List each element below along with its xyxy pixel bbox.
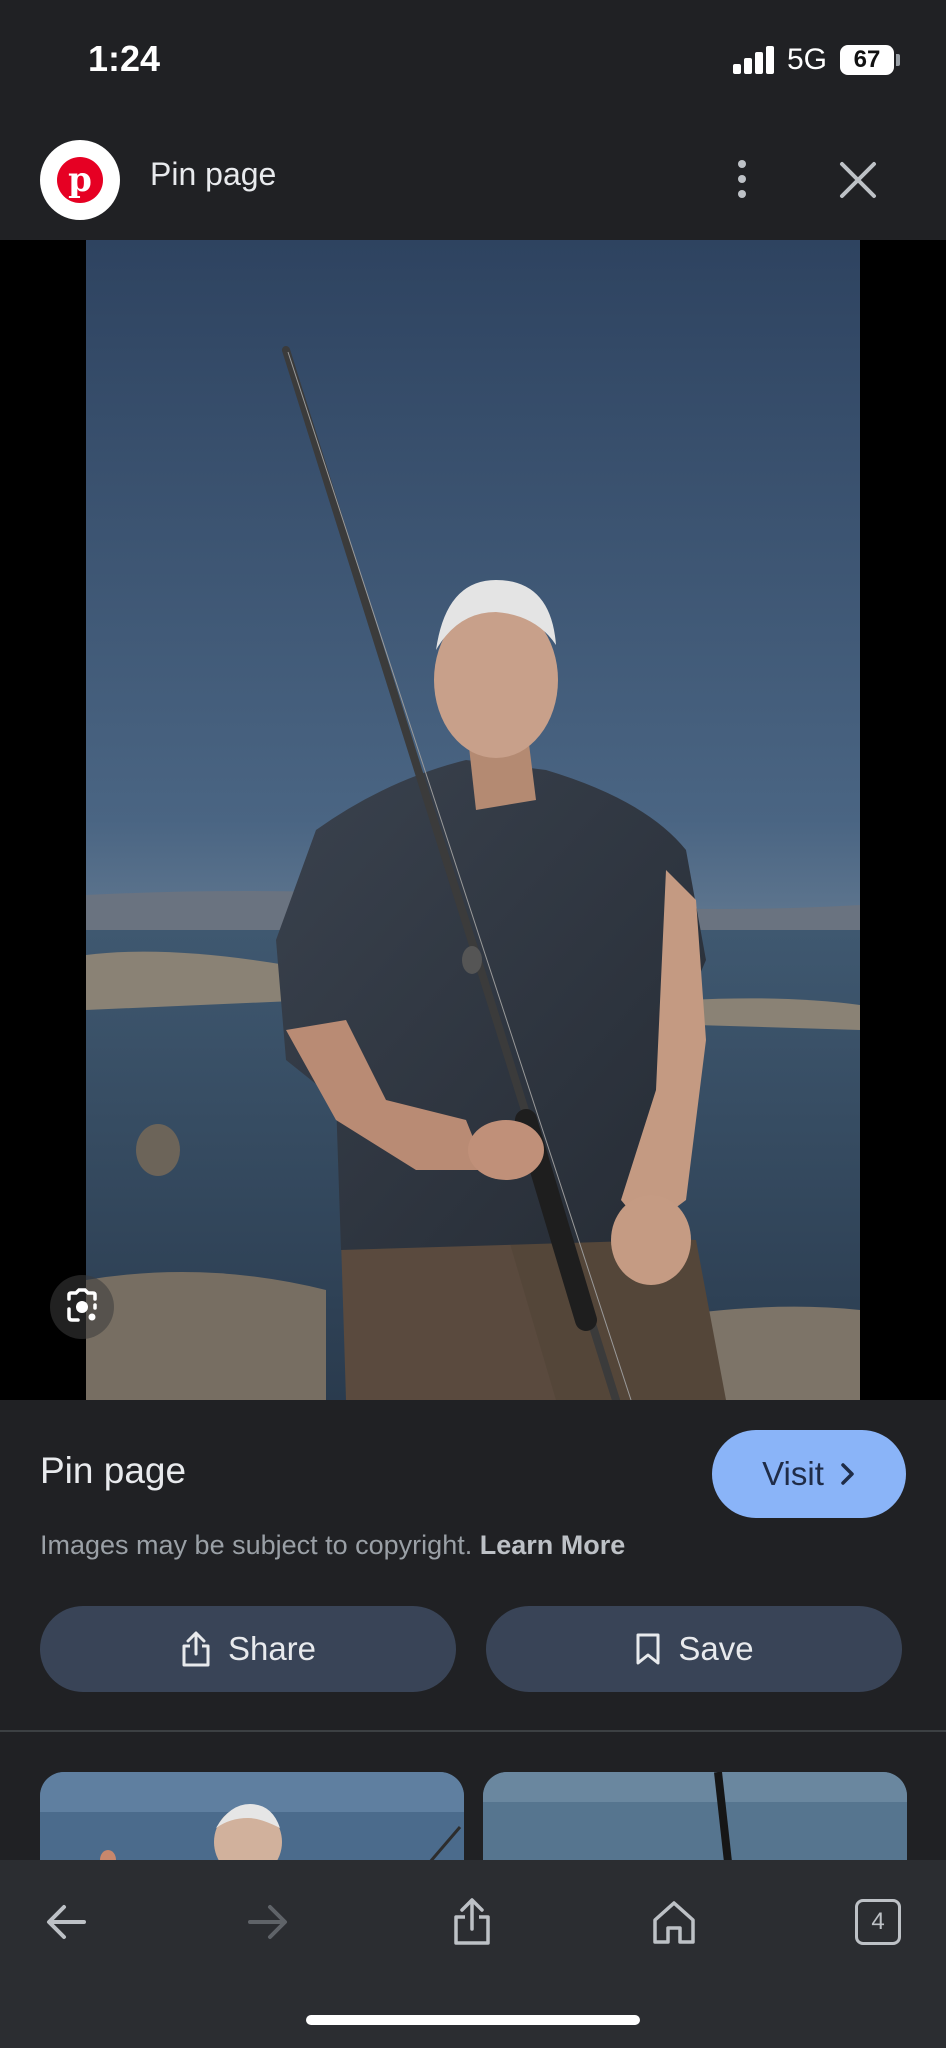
- related-image-1: [40, 1772, 464, 1862]
- google-lens-button[interactable]: [50, 1275, 114, 1339]
- pinterest-logo-icon: p: [57, 157, 103, 203]
- copyright-text: Images may be subject to copyright.: [40, 1530, 473, 1560]
- visit-button[interactable]: Visit: [712, 1430, 906, 1518]
- page-header: p Pin page: [0, 120, 946, 240]
- share-page-button[interactable]: [440, 1890, 504, 1954]
- save-label: Save: [678, 1630, 754, 1667]
- network-type: 5G: [787, 43, 828, 76]
- status-time: 1:24: [88, 38, 161, 79]
- arrow-left-icon: [47, 1905, 86, 1939]
- header-title[interactable]: Pin page: [150, 156, 276, 193]
- site-avatar[interactable]: p: [40, 140, 120, 220]
- visit-label: Visit: [762, 1455, 824, 1492]
- battery-tip: [896, 54, 900, 66]
- more-options-icon[interactable]: [722, 154, 762, 204]
- bookmark-icon: [636, 1633, 660, 1665]
- back-button[interactable]: [34, 1890, 98, 1954]
- tabs-button[interactable]: 4: [846, 1890, 910, 1954]
- share-icon: [182, 1631, 210, 1667]
- section-divider: [0, 1730, 946, 1732]
- related-image-2: [483, 1772, 907, 1862]
- arrow-right-icon: [248, 1905, 287, 1939]
- copyright-notice: Images may be subject to copyright. Lear…: [40, 1530, 625, 1561]
- chevron-right-icon: [841, 1463, 854, 1485]
- share-button[interactable]: Share: [40, 1606, 456, 1692]
- result-title[interactable]: Pin page: [40, 1450, 186, 1492]
- learn-more-link[interactable]: Learn More: [480, 1530, 626, 1560]
- related-image-thumbnail[interactable]: [40, 1772, 464, 1862]
- image-viewer: [0, 240, 946, 1400]
- home-button[interactable]: [642, 1890, 706, 1954]
- share-icon: [454, 1898, 490, 1945]
- lens-icon: [67, 1288, 97, 1322]
- tab-count: 4: [855, 1899, 901, 1945]
- signal-strength-icon: [733, 46, 775, 74]
- forward-button[interactable]: [236, 1890, 300, 1954]
- home-icon: [653, 1901, 695, 1944]
- home-indicator: [306, 2015, 640, 2025]
- result-info-panel: Pin page Visit Images may be subject to …: [0, 1400, 946, 1730]
- status-bar: 1:24 5G 67: [0, 0, 946, 120]
- close-icon[interactable]: [836, 158, 880, 202]
- related-image-thumbnail[interactable]: [483, 1772, 907, 1862]
- battery-icon: 67: [840, 45, 894, 75]
- save-button[interactable]: Save: [486, 1606, 902, 1692]
- share-label: Share: [227, 1630, 317, 1667]
- result-image[interactable]: [86, 240, 860, 1400]
